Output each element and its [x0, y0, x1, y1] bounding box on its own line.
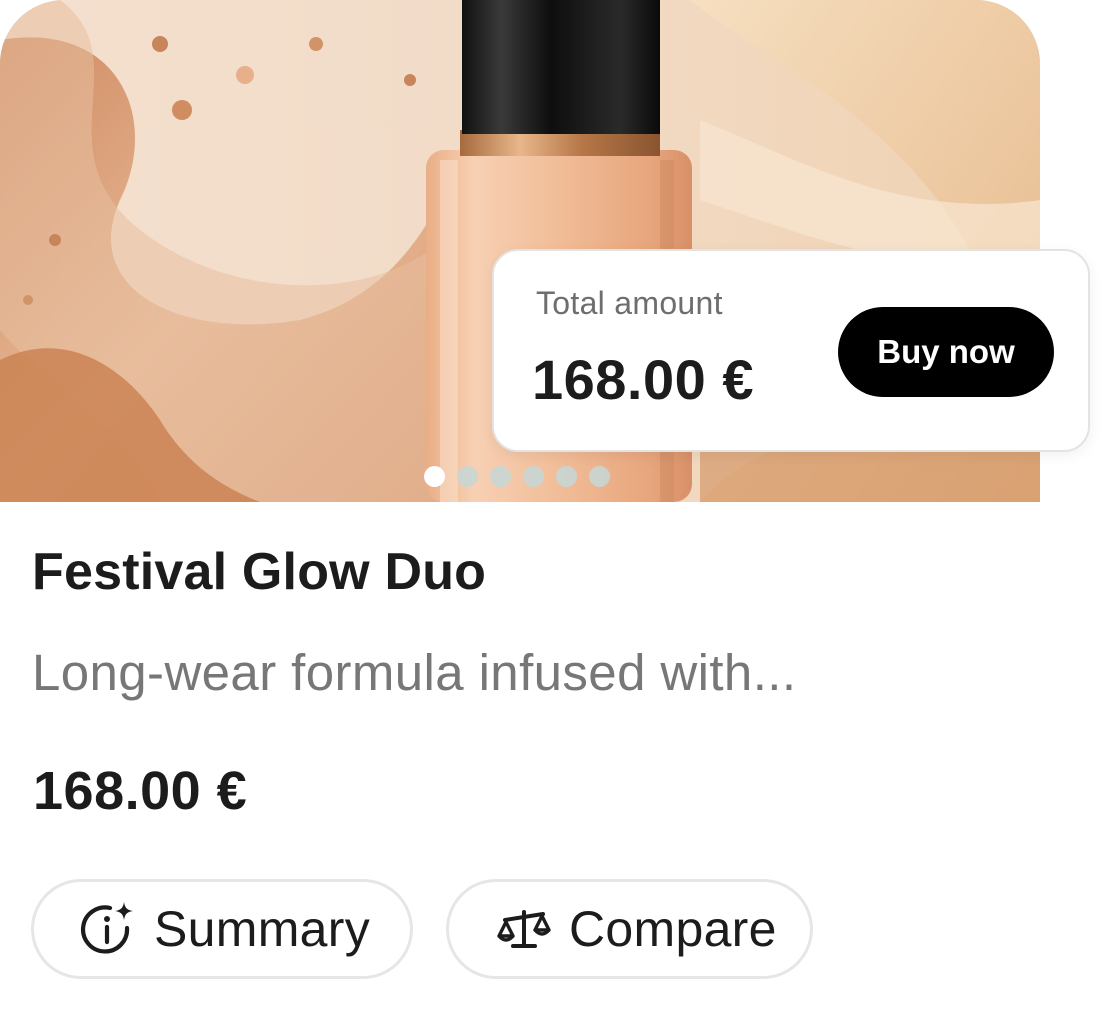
product-title[interactable]: Festival Glow Duo	[32, 542, 486, 602]
compare-label: Compare	[569, 901, 777, 957]
product-description: Long-wear formula infused with...	[32, 644, 797, 701]
summary-button[interactable]: Summary	[31, 879, 413, 979]
total-amount-value: 168.00 €	[532, 348, 754, 411]
carousel-dot-3[interactable]	[490, 466, 511, 487]
total-amount-popover: Total amount 168.00 € Buy now	[492, 249, 1090, 452]
carousel-dot-1[interactable]	[424, 466, 445, 487]
compare-button[interactable]: Compare	[446, 879, 813, 979]
carousel-dot-4[interactable]	[523, 466, 544, 487]
carousel-dot-6[interactable]	[589, 466, 610, 487]
carousel-dot-2[interactable]	[457, 466, 478, 487]
carousel-dot-5[interactable]	[556, 466, 577, 487]
info-sparkle-icon	[80, 900, 138, 958]
carousel-dots	[424, 466, 610, 487]
product-price: 168.00 €	[33, 761, 248, 821]
buy-now-button[interactable]: Buy now	[838, 307, 1054, 397]
summary-label: Summary	[154, 901, 371, 957]
scale-icon	[495, 900, 553, 958]
product-card: Total amount 168.00 € Buy now Festival G…	[0, 0, 1117, 1012]
total-amount-label: Total amount	[536, 285, 723, 321]
